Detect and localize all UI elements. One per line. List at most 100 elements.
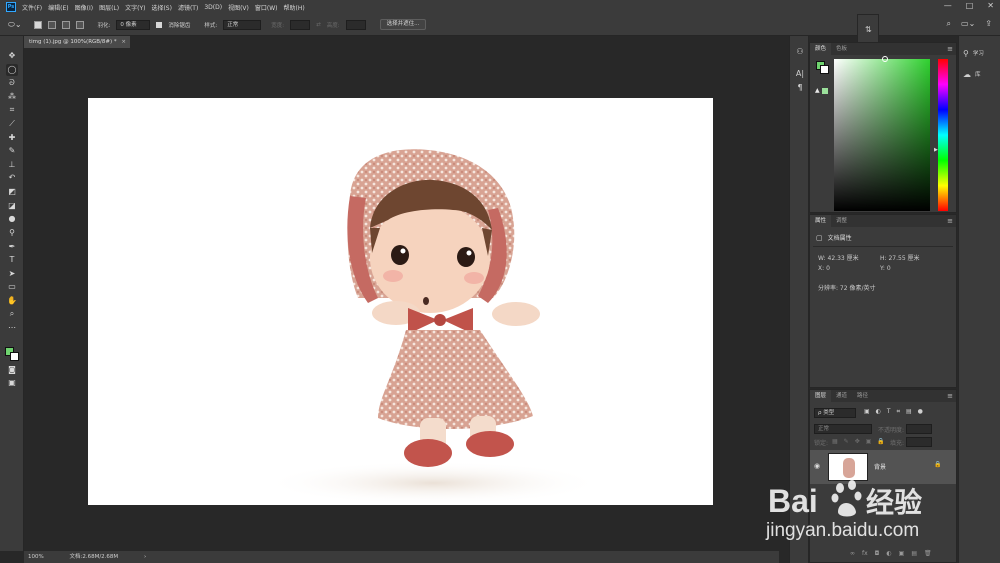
layer-name[interactable]: 背景 [874, 462, 886, 471]
blend-mode-select[interactable]: 正常 [814, 424, 872, 434]
tab-properties[interactable]: 属性 [810, 215, 832, 227]
hue-slider-handle[interactable]: ▶ [934, 147, 938, 153]
add-selection-icon[interactable] [47, 20, 56, 29]
new-selection-icon[interactable] [33, 20, 42, 29]
zoom-level[interactable]: 100% [28, 554, 44, 560]
path-selection-tool-icon[interactable]: ➤ [6, 268, 18, 280]
link-layers-icon[interactable]: ∞ [850, 550, 855, 557]
close-icon[interactable]: × [121, 36, 126, 48]
swap-icon[interactable]: ⇄ [316, 22, 321, 28]
healing-brush-tool-icon[interactable]: ✚ [6, 132, 18, 144]
menu-edit[interactable]: 编辑(E) [48, 3, 68, 12]
adjustment-layer-icon[interactable]: ◐ [886, 550, 891, 557]
panel-menu-icon[interactable]: ≡ [947, 43, 953, 55]
workspace-icon[interactable]: ▭⌄ [961, 19, 975, 29]
menu-filter[interactable]: 滤镜(T) [178, 3, 198, 12]
new-layer-icon[interactable]: ▤ [911, 550, 917, 557]
document-canvas[interactable] [88, 98, 713, 505]
height-value[interactable]: 27.55 厘米 [888, 255, 919, 262]
tab-paths[interactable]: 路径 [852, 390, 873, 402]
maximize-button[interactable]: □ [966, 1, 974, 10]
layer-filter-input[interactable]: ρ 类型 [814, 408, 856, 418]
menu-file[interactable]: 文件(F) [22, 3, 42, 12]
height-input[interactable] [345, 19, 366, 30]
menu-3d[interactable]: 3D(D) [204, 4, 222, 11]
menu-help[interactable]: 帮助(H) [284, 3, 305, 12]
screen-mode-icon[interactable]: ▣ [6, 377, 18, 389]
close-window-button[interactable]: ✕ [987, 1, 994, 10]
hue-slider[interactable] [938, 59, 948, 211]
layer-style-icon[interactable]: fx [862, 550, 868, 557]
magic-wand-tool-icon[interactable]: ⁂ [6, 91, 18, 103]
opacity-input[interactable] [906, 424, 932, 434]
marquee-tool-preset-icon[interactable]: ⬭⌄ [8, 20, 22, 30]
menu-view[interactable]: 视图(V) [228, 3, 249, 12]
x-value[interactable]: 0 [826, 265, 830, 272]
panel-menu-icon[interactable]: ≡ [947, 390, 953, 402]
width-value[interactable]: 42.33 厘米 [828, 255, 859, 262]
menu-select[interactable]: 选择(S) [151, 3, 172, 12]
menu-type[interactable]: 文字(Y) [125, 3, 145, 12]
brush-tool-icon[interactable]: ✎ [6, 145, 18, 157]
y-value[interactable]: 0 [887, 265, 891, 272]
lock-pixels-icon[interactable]: ✎ [844, 438, 849, 445]
select-and-mask-button[interactable]: 选择并遮住... [379, 19, 427, 30]
add-mask-icon[interactable]: ◘ [875, 550, 880, 557]
background-color-chip[interactable] [820, 65, 829, 74]
filter-toggle-icon[interactable]: ● [918, 408, 923, 416]
move-tool-icon[interactable]: ✥ [6, 50, 18, 62]
document-tab[interactable]: timg (1).jpg @ 100%(RGB/8#) * × [24, 36, 130, 48]
elliptical-marquee-tool-icon[interactable]: ◯ [6, 64, 18, 76]
color-field[interactable] [834, 56, 930, 211]
search-icon[interactable]: ⌕ [947, 19, 951, 29]
zoom-tool-icon[interactable]: ⌕ [6, 308, 18, 320]
actions-icon[interactable]: ⇅ [865, 25, 872, 34]
menu-window[interactable]: 窗口(W) [255, 3, 278, 12]
library-button[interactable]: ☁ 库 [963, 68, 981, 80]
antialias-checkbox[interactable] [156, 21, 163, 28]
history-brush-tool-icon[interactable]: ↶ [6, 172, 18, 184]
dodge-tool-icon[interactable]: ⚲ [6, 227, 18, 239]
filter-type-icon[interactable]: T [887, 408, 891, 416]
fill-input[interactable] [906, 437, 932, 447]
character-icon[interactable]: A| [794, 68, 806, 80]
style-select[interactable]: 正常 [223, 19, 262, 30]
filter-smart-icon[interactable]: ▤ [906, 408, 912, 416]
panel-menu-icon[interactable]: ≡ [947, 215, 953, 227]
tab-layers[interactable]: 图层 [810, 390, 832, 402]
history-icon[interactable]: ⚇ [794, 46, 806, 58]
tab-color[interactable]: 颜色 [810, 43, 832, 55]
blur-tool-icon[interactable]: ● [6, 213, 18, 225]
filter-pixel-icon[interactable]: ▣ [864, 408, 870, 416]
pen-tool-icon[interactable]: ✒ [6, 241, 18, 253]
rectangle-tool-icon[interactable]: ▭ [6, 281, 18, 293]
lock-transparent-icon[interactable]: ▦ [832, 438, 838, 445]
subtract-selection-icon[interactable] [61, 20, 70, 29]
filter-adjust-icon[interactable]: ◐ [876, 408, 881, 416]
visibility-eye-icon[interactable]: ◉ [814, 462, 820, 470]
background-color-swatch[interactable] [10, 352, 19, 361]
color-picker-handle[interactable] [882, 56, 888, 62]
quick-mask-icon[interactable]: ◙ [6, 364, 18, 376]
eraser-tool-icon[interactable]: ◩ [6, 186, 18, 198]
new-group-icon[interactable]: ▣ [899, 550, 905, 557]
tab-swatches[interactable]: 色板 [831, 43, 852, 55]
paragraph-icon[interactable]: ¶ [794, 82, 806, 94]
tab-adjustments[interactable]: 调整 [831, 215, 852, 227]
status-arrow-icon[interactable]: › [144, 554, 146, 560]
lock-artboard-icon[interactable]: ▣ [866, 438, 872, 445]
clone-stamp-tool-icon[interactable]: ⊥ [6, 159, 18, 171]
gradient-tool-icon[interactable]: ◪ [6, 200, 18, 212]
lock-position-icon[interactable]: ✥ [855, 438, 860, 445]
learn-button[interactable]: ⚲ 学习 [963, 47, 984, 59]
more-tools-icon[interactable]: ⋯ [6, 322, 18, 334]
intersect-selection-icon[interactable] [75, 20, 84, 29]
width-input[interactable] [290, 19, 311, 30]
feather-input[interactable]: 0 像素 [116, 19, 151, 30]
delete-layer-icon[interactable]: 🗑 [924, 550, 932, 557]
eyedropper-tool-icon[interactable]: ⟋ [6, 118, 18, 130]
minimize-button[interactable]: — [944, 1, 952, 10]
hand-tool-icon[interactable]: ✋ [6, 295, 18, 307]
share-icon[interactable]: ⇪ [985, 19, 992, 29]
lock-all-icon[interactable]: 🔒 [877, 438, 884, 445]
